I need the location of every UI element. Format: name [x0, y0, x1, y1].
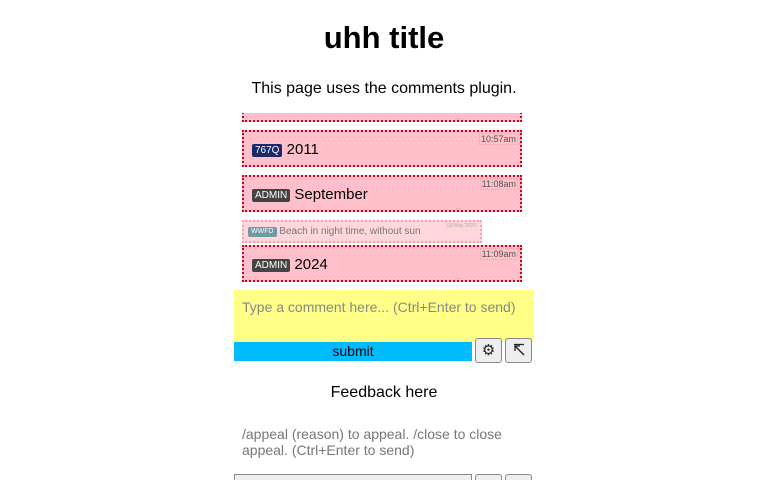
feedback-title: Feedback here [330, 384, 438, 401]
comment-text: 2024 [294, 256, 328, 273]
comment-item: 10:57am 767Q 2011 ·· [242, 130, 522, 168]
appeal-expand-button[interactable] [505, 474, 532, 480]
comment-time: 10:57am [478, 133, 518, 145]
page-title: uhh title [323, 20, 445, 55]
page-subtitle: This page uses the comments plugin. [251, 80, 517, 97]
comment-body: ADMIN 2024 [252, 256, 328, 274]
expand-arrow-icon [513, 343, 524, 356]
user-badge[interactable]: 767Q [252, 144, 283, 157]
comment-item: 11:09am ADMIN 2024 ·· [242, 245, 522, 283]
comment-body: ADMIN September [252, 186, 368, 204]
comments-list[interactable]: ·· 10:57am 767Q 2011 ·· 11:08am ADMIN Se… [242, 113, 534, 283]
comment-item-partial: ·· [242, 113, 522, 123]
comment-input[interactable]: Type a comment here... (Ctrl+Enter to se… [234, 290, 534, 342]
appeal-settings-button[interactable] [475, 474, 502, 480]
comment-handle-icon: ·· [456, 159, 462, 168]
comment-time: 11:09am [479, 248, 518, 260]
comment-item: 11:08am ADMIN September ·· [242, 175, 522, 213]
comment-text: 2011 [286, 141, 319, 158]
appeal-input[interactable]: /appeal (reason) to appeal. /close to cl… [234, 420, 534, 472]
comment-body: WWFD Beach in night time, without sun [248, 226, 421, 238]
user-badge[interactable]: WWFD [248, 227, 277, 237]
appeal-input-placeholder: /appeal (reason) to appeal. /close to cl… [242, 426, 502, 458]
comment-time: 03 May 2023 [445, 222, 478, 230]
submit-button[interactable]: submit [234, 342, 472, 361]
expand-button[interactable] [505, 338, 532, 363]
gear-icon: ⚙ [481, 342, 496, 359]
settings-button[interactable]: ⚙ [475, 338, 502, 363]
comment-item-faded: 03 May 2023 WWFD Beach in night time, wi… [242, 220, 482, 243]
page: uhh title This page uses the comments pl… [0, 0, 768, 480]
comment-handle-icon: ·· [456, 114, 462, 123]
comment-text: September [294, 186, 368, 203]
comment-text: Beach in night time, without sun [279, 226, 421, 237]
user-badge[interactable]: ADMIN [252, 189, 291, 202]
comment-handle-icon: ·· [456, 204, 462, 213]
user-badge[interactable]: ADMIN [252, 259, 291, 272]
comment-body: 767Q 2011 [252, 141, 319, 159]
comment-handle-icon: ·· [456, 274, 462, 283]
appeal-submit-button[interactable] [234, 474, 472, 480]
comment-time: 11:08am [479, 178, 518, 190]
comment-input-placeholder: Type a comment here... (Ctrl+Enter to se… [242, 299, 516, 315]
